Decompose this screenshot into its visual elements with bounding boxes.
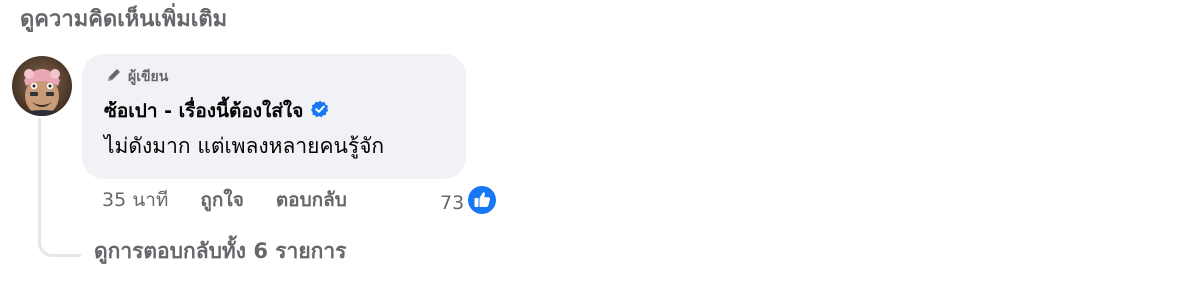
like-button[interactable]: ถูกใจ [200,186,243,214]
avatar-image [12,56,72,116]
avatar[interactable] [12,56,72,116]
comment-timestamp[interactable]: 35 นาที [102,186,168,214]
thread-connector-line [38,118,81,257]
comment-text: ไม่ดังมาก แต่เพลงหลายคนรู้จัก [104,134,385,158]
comment-thread: ดูความคิดเห็นเพิ่มเติม ผู้เขียน ซ้อเปา -… [0,0,1200,284]
verified-badge-icon [311,100,329,123]
view-all-replies-link[interactable]: ดูการตอบกลับทั้ง 6 รายการ [94,236,346,266]
pencil-icon [106,67,122,87]
comment-actions: 35 นาที ถูกใจ ตอบกลับ [102,186,347,214]
author-name-link[interactable]: ซ้อเปา - เรื่องนี้ต้องใส่ใจ [104,96,329,126]
author-badge-label: ผู้เขียน [128,69,169,85]
like-icon [466,184,499,221]
reply-button[interactable]: ตอบกลับ [276,186,347,214]
comment-bubble: ผู้เขียน ซ้อเปา - เรื่องนี้ต้องใส่ใจ ไม่… [82,54,466,179]
author-badge: ผู้เขียน [106,66,168,88]
reaction-count: 73 [440,191,465,214]
view-more-comments-link[interactable]: ดูความคิดเห็นเพิ่มเติม [20,4,227,36]
reaction-summary[interactable]: 73 [440,184,499,221]
author-name: ซ้อเปา - เรื่องนี้ต้องใส่ใจ [104,100,304,122]
